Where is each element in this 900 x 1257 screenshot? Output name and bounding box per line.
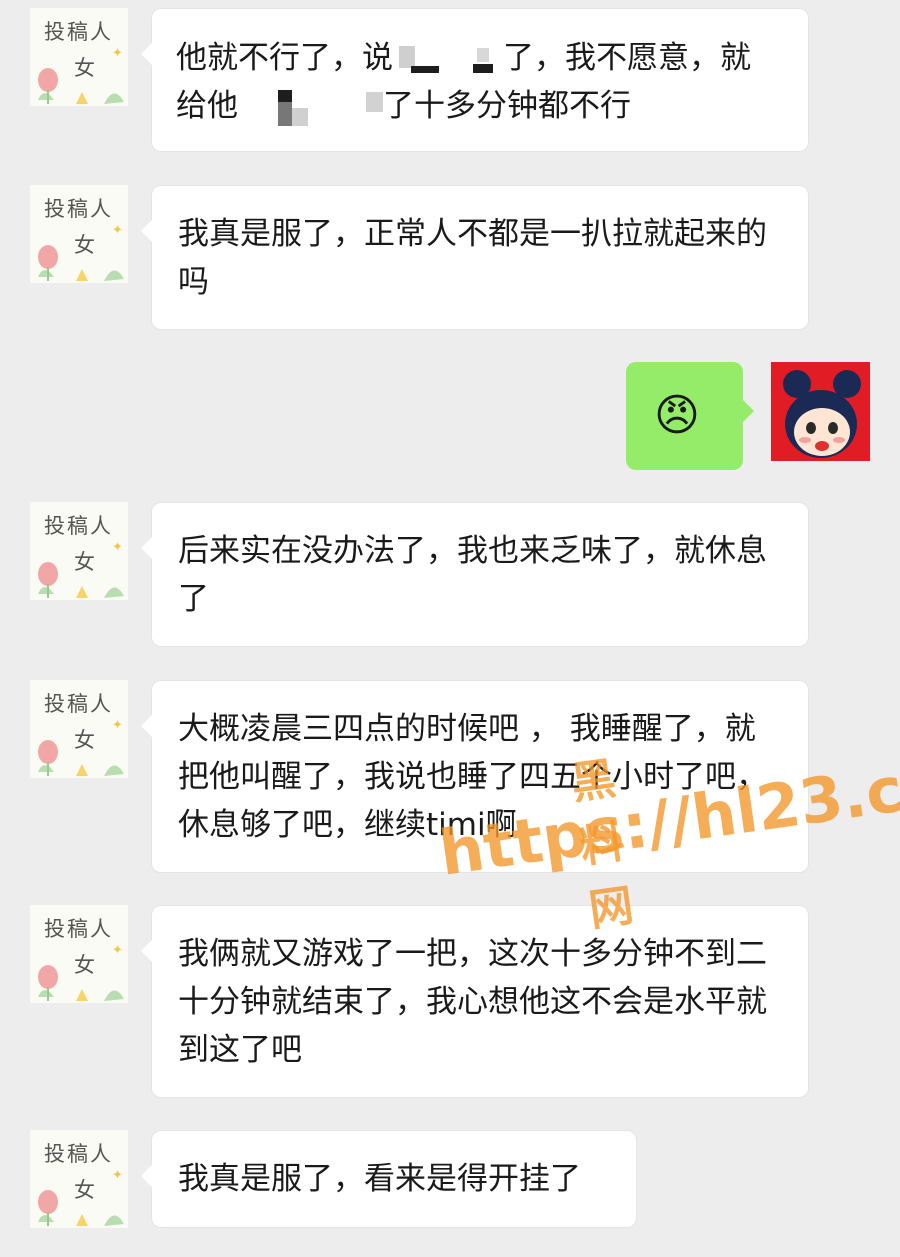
- tulip-icon: [38, 965, 124, 1001]
- message-text: 了十多分钟都不行: [383, 88, 631, 124]
- cartoon-girl-icon: [783, 370, 861, 458]
- angry-face-icon: 😠: [654, 390, 700, 441]
- my-avatar[interactable]: [771, 362, 870, 461]
- redaction: [238, 88, 383, 128]
- sender-avatar[interactable]: 投稿人 女 ✦: [30, 680, 128, 778]
- sparkle-icon: ✦: [112, 46, 123, 61]
- message-bubble[interactable]: 大概凌晨三四点的时候吧 ， 我睡醒了，就把他叫醒了，我说也睡了四五个小时了吧，休…: [141, 680, 809, 873]
- tulip-icon: [38, 68, 124, 104]
- redaction: [393, 42, 503, 78]
- sparkle-icon: ✦: [112, 943, 123, 958]
- sparkle-icon: ✦: [112, 540, 123, 555]
- avatar-text: 投稿人: [44, 20, 113, 44]
- message-bubble[interactable]: 我真是服了，正常人不都是一扒拉就起来的吗: [141, 185, 809, 330]
- sender-avatar[interactable]: 投稿人 女 ✦: [30, 185, 128, 283]
- message-text: 他就不行了，说: [176, 40, 393, 76]
- avatar-text: 投稿人: [44, 514, 113, 538]
- tulip-icon: [38, 562, 124, 598]
- avatar-text: 投稿人: [44, 692, 113, 716]
- sparkle-icon: ✦: [112, 1168, 123, 1183]
- emoji-bubble[interactable]: 😠: [626, 362, 754, 470]
- sender-avatar[interactable]: 投稿人 女 ✦: [30, 502, 128, 600]
- avatar-text: 投稿人: [44, 197, 113, 221]
- message-text: 给他: [176, 88, 238, 124]
- avatar-text: 投稿人: [44, 917, 113, 941]
- sparkle-icon: ✦: [112, 718, 123, 733]
- tulip-icon: [38, 1190, 124, 1226]
- sender-avatar[interactable]: 投稿人 女 ✦: [30, 1130, 128, 1228]
- message-bubble[interactable]: 他就不行了，说 了，我不愿意，就 给他 了十多分钟都不行: [141, 8, 809, 152]
- sender-avatar[interactable]: 投稿人 女 ✦: [30, 8, 128, 106]
- message-bubble[interactable]: 后来实在没办法了，我也来乏味了，就休息了: [141, 502, 809, 647]
- message-text: 了，我不愿意，就: [503, 40, 751, 76]
- sparkle-icon: ✦: [112, 223, 123, 238]
- avatar-text: 投稿人: [44, 1142, 113, 1166]
- tulip-icon: [38, 740, 124, 776]
- tulip-icon: [38, 245, 124, 281]
- sender-avatar[interactable]: 投稿人 女 ✦: [30, 905, 128, 1003]
- message-bubble[interactable]: 我俩就又游戏了一把，这次十多分钟不到二十分钟就结束了，我心想他这不会是水平就到这…: [141, 905, 809, 1098]
- message-bubble[interactable]: 我真是服了，看来是得开挂了: [141, 1130, 637, 1228]
